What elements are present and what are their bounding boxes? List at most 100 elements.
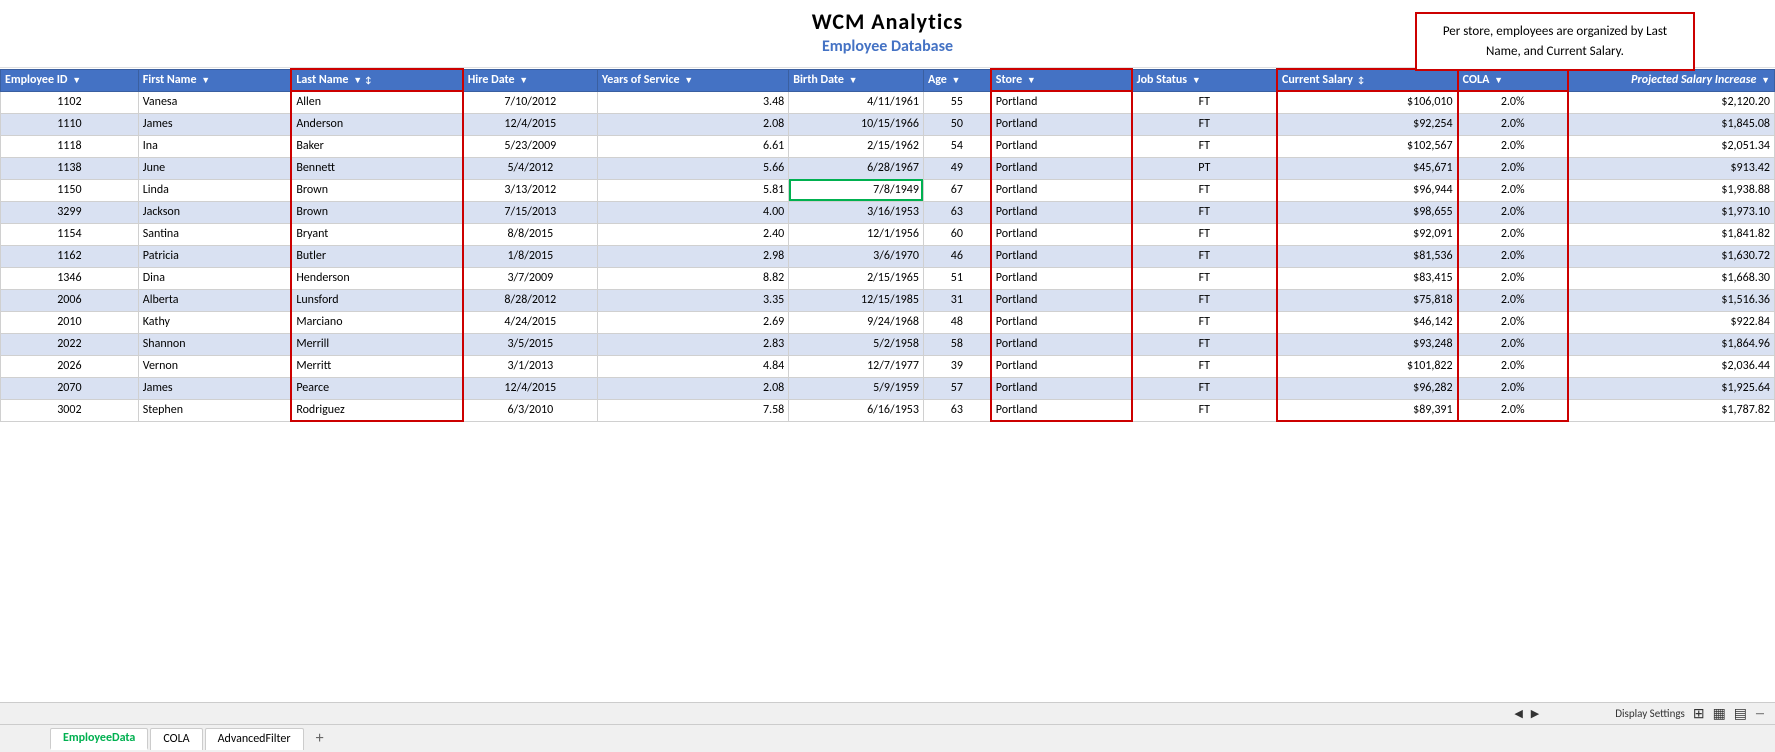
table-cell[interactable]: $1,973.10 <box>1568 201 1775 223</box>
table-cell[interactable]: 5/2/1958 <box>789 333 924 355</box>
table-cell[interactable]: Brown <box>291 179 462 201</box>
table-cell[interactable]: FT <box>1132 91 1277 113</box>
table-cell[interactable]: 2026 <box>1 355 139 377</box>
tab-add-button[interactable]: + <box>310 729 330 749</box>
table-cell[interactable]: 2.69 <box>597 311 788 333</box>
table-cell[interactable]: $1,938.88 <box>1568 179 1775 201</box>
table-cell[interactable]: 3/6/1970 <box>789 245 924 267</box>
table-cell[interactable]: 2.0% <box>1458 135 1568 157</box>
cola-filter-icon[interactable]: ▼ <box>1494 75 1503 86</box>
table-cell[interactable]: Pearce <box>291 377 462 399</box>
table-cell[interactable]: Vanesa <box>138 91 291 113</box>
table-cell[interactable]: 6/16/1953 <box>789 399 924 421</box>
jobstatus-filter-icon[interactable]: ▼ <box>1192 75 1201 86</box>
table-cell[interactable]: Portland <box>991 113 1132 135</box>
tab-advancedfilter[interactable]: AdvancedFilter <box>205 728 304 750</box>
table-cell[interactable]: Portland <box>991 245 1132 267</box>
table-cell[interactable]: 2.0% <box>1458 245 1568 267</box>
table-cell[interactable]: 1118 <box>1 135 139 157</box>
table-cell[interactable]: James <box>138 377 291 399</box>
table-cell[interactable]: FT <box>1132 355 1277 377</box>
table-cell[interactable]: 3002 <box>1 399 139 421</box>
col-jobstatus-header[interactable]: Job Status ▼ <box>1132 69 1277 91</box>
table-cell[interactable]: June <box>138 157 291 179</box>
table-cell[interactable]: 10/15/1966 <box>789 113 924 135</box>
table-cell[interactable]: FT <box>1132 223 1277 245</box>
table-cell[interactable]: Portland <box>991 399 1132 421</box>
table-cell[interactable]: Portland <box>991 333 1132 355</box>
table-cell[interactable]: Patricia <box>138 245 291 267</box>
table-cell[interactable]: 2/15/1962 <box>789 135 924 157</box>
table-cell[interactable]: Baker <box>291 135 462 157</box>
age-filter-icon[interactable]: ▼ <box>952 75 961 86</box>
table-cell[interactable]: $96,944 <box>1277 179 1458 201</box>
table-cell[interactable]: Merritt <box>291 355 462 377</box>
table-cell[interactable]: Portland <box>991 201 1132 223</box>
fname-filter-icon[interactable]: ▼ <box>201 75 210 86</box>
table-cell[interactable]: 5.66 <box>597 157 788 179</box>
table-cell[interactable]: $101,822 <box>1277 355 1458 377</box>
table-cell[interactable]: 2.0% <box>1458 91 1568 113</box>
table-cell[interactable]: 6/3/2010 <box>463 399 598 421</box>
table-cell[interactable]: $1,787.82 <box>1568 399 1775 421</box>
table-cell[interactable]: 1110 <box>1 113 139 135</box>
table-cell[interactable]: $81,536 <box>1277 245 1458 267</box>
table-cell[interactable]: Brown <box>291 201 462 223</box>
table-cell[interactable]: Rodriguez <box>291 399 462 421</box>
table-cell[interactable]: 2.0% <box>1458 333 1568 355</box>
table-cell[interactable]: Portland <box>991 289 1132 311</box>
empid-filter-icon[interactable]: ▼ <box>72 75 81 86</box>
table-cell[interactable]: $922.84 <box>1568 311 1775 333</box>
table-cell[interactable]: 4.84 <box>597 355 788 377</box>
col-hiredate-header[interactable]: Hire Date ▼ <box>463 69 598 91</box>
table-view-icon[interactable]: ▦ <box>1713 705 1726 722</box>
table-cell[interactable]: FT <box>1132 113 1277 135</box>
table-cell[interactable]: 2.83 <box>597 333 788 355</box>
table-cell[interactable]: James <box>138 113 291 135</box>
table-cell[interactable]: 2.0% <box>1458 223 1568 245</box>
table-cell[interactable]: Portland <box>991 377 1132 399</box>
table-cell[interactable]: FT <box>1132 179 1277 201</box>
table-cell[interactable]: $2,036.44 <box>1568 355 1775 377</box>
table-cell[interactable]: 7/8/1949 <box>789 179 924 201</box>
table-cell[interactable]: 12/4/2015 <box>463 377 598 399</box>
table-cell[interactable]: Bennett <box>291 157 462 179</box>
table-cell[interactable]: 3299 <box>1 201 139 223</box>
table-cell[interactable]: FT <box>1132 135 1277 157</box>
table-cell[interactable]: $2,120.20 <box>1568 91 1775 113</box>
table-cell[interactable]: 2.0% <box>1458 311 1568 333</box>
hiredate-filter-icon[interactable]: ▼ <box>519 75 528 86</box>
table-cell[interactable]: $106,010 <box>1277 91 1458 113</box>
table-cell[interactable]: $83,415 <box>1277 267 1458 289</box>
table-cell[interactable]: $75,818 <box>1277 289 1458 311</box>
table-cell[interactable]: 2010 <box>1 311 139 333</box>
table-cell[interactable]: Ina <box>138 135 291 157</box>
table-cell[interactable]: Shannon <box>138 333 291 355</box>
table-cell[interactable]: 3/13/2012 <box>463 179 598 201</box>
bdate-filter-icon[interactable]: ▼ <box>849 75 858 86</box>
tab-cola[interactable]: COLA <box>150 728 202 750</box>
table-cell[interactable]: $1,845.08 <box>1568 113 1775 135</box>
table-cell[interactable]: 54 <box>923 135 990 157</box>
display-settings-label[interactable]: Display Settings <box>1615 707 1685 720</box>
table-cell[interactable]: 12/15/1985 <box>789 289 924 311</box>
table-cell[interactable]: Linda <box>138 179 291 201</box>
scroll-left-icon[interactable]: ◀ <box>1514 707 1522 720</box>
table-cell[interactable]: 2.0% <box>1458 267 1568 289</box>
col-cursalary-header[interactable]: Current Salary ↕ <box>1277 69 1458 91</box>
table-cell[interactable]: Lunsford <box>291 289 462 311</box>
table-cell[interactable]: 2.0% <box>1458 399 1568 421</box>
table-cell[interactable]: 60 <box>923 223 990 245</box>
table-cell[interactable]: 12/7/1977 <box>789 355 924 377</box>
table-cell[interactable]: $1,668.30 <box>1568 267 1775 289</box>
table-cell[interactable]: Alberta <box>138 289 291 311</box>
table-cell[interactable]: $96,282 <box>1277 377 1458 399</box>
table-cell[interactable]: 7/10/2012 <box>463 91 598 113</box>
table-cell[interactable]: 8/8/2015 <box>463 223 598 245</box>
table-cell[interactable]: $98,655 <box>1277 201 1458 223</box>
projsalary-filter-icon[interactable]: ▼ <box>1761 75 1770 86</box>
table-cell[interactable]: Anderson <box>291 113 462 135</box>
tab-employeedata[interactable]: EmployeeData <box>50 728 148 750</box>
table-cell[interactable]: Portland <box>991 135 1132 157</box>
table-cell[interactable]: Portland <box>991 267 1132 289</box>
